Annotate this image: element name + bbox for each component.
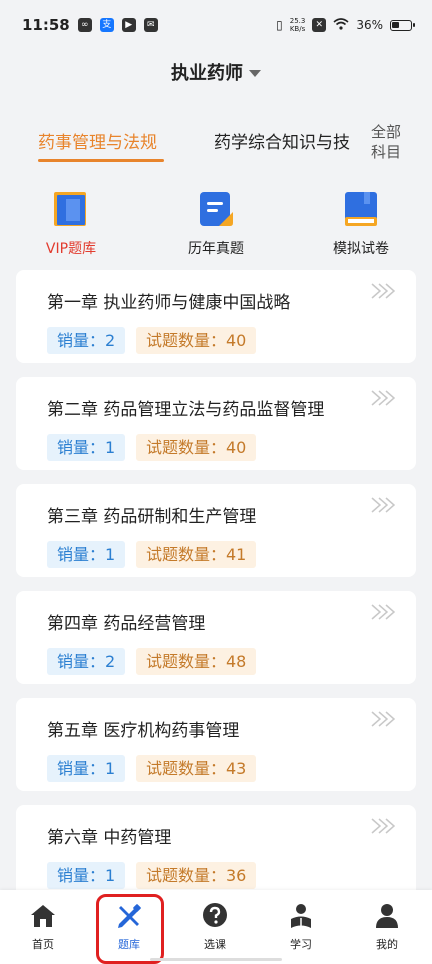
- nav-home[interactable]: 首页: [0, 890, 86, 964]
- sales-badge: 销量：1: [47, 434, 126, 461]
- app-notification-icon: ∞: [77, 18, 92, 32]
- mock-exam-button[interactable]: 模拟试卷: [306, 190, 416, 258]
- quick-entries: VIP题库 历年真题 模拟试卷: [0, 190, 432, 270]
- sales-badge: 销量：1: [47, 862, 126, 889]
- past-exams-label: 历年真题: [188, 241, 244, 257]
- message-notification-icon: ✉: [143, 18, 158, 32]
- question-count-badge: 试题数量：40: [136, 434, 257, 461]
- caret-down-icon: [249, 69, 261, 77]
- list-item[interactable]: 第一章 执业药师与健康中国战略 销量：2 试题数量：40: [16, 270, 416, 363]
- chapter-title: 第六章 中药管理: [47, 828, 172, 848]
- wifi-icon: [333, 17, 349, 33]
- home-indicator: [150, 958, 282, 961]
- chapter-title: 第三章 药品研制和生产管理: [47, 507, 257, 527]
- list-item[interactable]: 第二章 药品管理立法与药品监督管理 销量：1 试题数量：40: [16, 377, 416, 470]
- question-count-badge: 试题数量：43: [136, 755, 257, 782]
- nav-home-label: 首页: [32, 938, 54, 951]
- sales-badge: 销量：1: [47, 541, 126, 568]
- list-item[interactable]: 第三章 药品研制和生产管理 销量：1 试题数量：41: [16, 484, 416, 577]
- sim-icon: ✕: [312, 18, 327, 32]
- sales-badge: 销量：2: [47, 648, 126, 675]
- chapter-title: 第四章 药品经营管理: [47, 614, 206, 634]
- all-subjects-line1: 全部: [370, 123, 401, 141]
- mock-exam-icon: [345, 192, 377, 226]
- question-circle-icon: [203, 903, 227, 927]
- status-bar: 11:58 ∞ 支 ▶ ✉ ▯ 25.3 KB/s ✕ 36%: [0, 0, 432, 50]
- nav-courses[interactable]: 选课: [172, 890, 258, 964]
- question-bank-icon: [118, 904, 141, 928]
- question-count-badge: 试题数量：41: [136, 541, 257, 568]
- past-exams-icon: [200, 192, 233, 226]
- status-time: 11:58: [22, 16, 70, 34]
- question-count-badge: 试题数量：40: [136, 327, 257, 354]
- chapter-title: 第二章 药品管理立法与药品监督管理: [47, 400, 325, 420]
- network-speed-value: 25.3: [289, 17, 306, 25]
- all-subjects-button[interactable]: 全部 科目: [362, 122, 410, 162]
- battery-percent: 36%: [356, 18, 383, 32]
- bottom-nav: 首页 题库 选课 学习 我的: [0, 890, 432, 964]
- triple-chevron-icon: [371, 711, 396, 727]
- list-item[interactable]: 第六章 中药管理 销量：1 试题数量：36: [16, 805, 416, 898]
- list-item[interactable]: 第四章 药品经营管理 销量：2 试题数量：48: [16, 591, 416, 684]
- subject-tabs: 药事管理与法规 药学综合知识与技 全部 科目: [0, 112, 432, 168]
- triple-chevron-icon: [371, 390, 396, 406]
- mock-exam-label: 模拟试卷: [333, 241, 389, 257]
- active-tab-indicator: [38, 159, 164, 162]
- question-count-badge: 试题数量：36: [136, 862, 257, 889]
- tab-pharmacy-law[interactable]: 药事管理与法规: [38, 128, 157, 153]
- network-speed: 25.3 KB/s: [290, 17, 306, 33]
- triple-chevron-icon: [371, 818, 396, 834]
- tab-pharmacy-comprehensive[interactable]: 药学综合知识与技: [214, 128, 354, 153]
- vip-question-bank-button[interactable]: VIP题库: [16, 190, 126, 258]
- vip-question-bank-label: VIP题库: [45, 241, 97, 257]
- sales-badge: 销量：1: [47, 755, 126, 782]
- alipay-notification-icon: 支: [99, 18, 114, 32]
- chapter-title: 第一章 执业药师与健康中国战略: [47, 293, 291, 313]
- status-left: 11:58 ∞ 支 ▶ ✉: [22, 16, 158, 34]
- home-icon: [31, 905, 55, 927]
- vibrate-icon: ▯: [276, 18, 283, 32]
- triple-chevron-icon: [371, 497, 396, 513]
- nav-question-bank-label: 题库: [118, 938, 140, 951]
- sales-badge: 销量：2: [47, 327, 126, 354]
- page-title: 执业药师: [171, 63, 243, 84]
- list-item[interactable]: 第五章 医疗机构药事管理 销量：1 试题数量：43: [16, 698, 416, 791]
- battery-icon: [390, 19, 415, 31]
- study-icon: [291, 904, 311, 928]
- exam-selector[interactable]: 执业药师: [0, 52, 432, 92]
- nav-courses-label: 选课: [204, 938, 226, 951]
- question-count-badge: 试题数量：48: [136, 648, 257, 675]
- nav-study-label: 学习: [290, 938, 312, 951]
- network-speed-unit: KB/s: [289, 25, 306, 33]
- triple-chevron-icon: [371, 283, 396, 299]
- past-exams-button[interactable]: 历年真题: [161, 190, 271, 258]
- vip-question-bank-icon: [54, 192, 86, 226]
- profile-icon: [376, 904, 398, 928]
- video-notification-icon: ▶: [121, 18, 136, 32]
- nav-profile[interactable]: 我的: [344, 890, 430, 964]
- nav-question-bank[interactable]: 题库: [86, 890, 172, 964]
- nav-study[interactable]: 学习: [258, 890, 344, 964]
- status-right: ▯ 25.3 KB/s ✕ 36%: [276, 17, 415, 33]
- triple-chevron-icon: [371, 604, 396, 620]
- all-subjects-line2: 科目: [370, 143, 401, 161]
- chapter-title: 第五章 医疗机构药事管理: [47, 721, 240, 741]
- nav-profile-label: 我的: [376, 938, 398, 951]
